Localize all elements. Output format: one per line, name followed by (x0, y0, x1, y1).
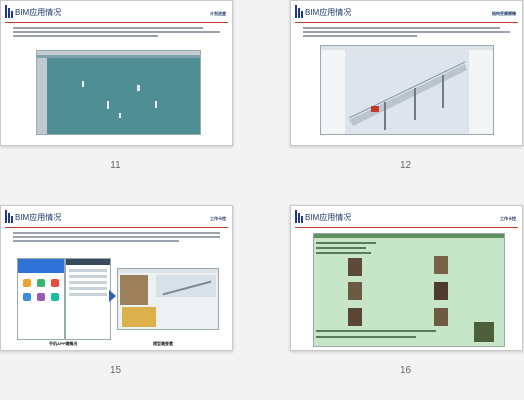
slide-title: BIM应用情况 (305, 213, 352, 222)
slide-thumbnail-15[interactable]: BIM应用情况 工作卡控 手机APP端情况 模型端查看 15 (0, 205, 233, 381)
bim-logo-icon (295, 5, 304, 18)
slide-number-label: 15 (109, 365, 122, 376)
slide-tag: 计划进度 (210, 11, 226, 16)
slide-title: BIM应用情况 (15, 213, 62, 222)
bridge-model-screenshot (320, 45, 494, 135)
phone-app-screenshot-2 (65, 258, 111, 340)
site-photo (348, 308, 362, 326)
slide-title: BIM应用情况 (305, 8, 352, 17)
bim-logo-icon (5, 210, 14, 223)
inspection-table-screenshot (313, 233, 505, 347)
caption-model-view: 模型端查看 (153, 341, 173, 346)
phone-app-screenshot-1 (17, 258, 65, 340)
slide-number-label: 16 (399, 365, 412, 376)
title-divider (295, 227, 518, 228)
body-text-lines (13, 232, 220, 250)
site-photo (434, 256, 448, 274)
slide-canvas: BIM应用情况 结构受摩擦情 (290, 0, 523, 146)
title-divider (295, 22, 518, 23)
site-photo (348, 282, 362, 300)
bridge-render-icon (345, 50, 469, 134)
bim-logo-icon (295, 210, 304, 223)
slide-tag: 结构受摩擦情 (492, 11, 516, 16)
slide-thumbnail-11[interactable]: BIM应用情况 计划进度 11 (0, 0, 233, 176)
slide-title: BIM应用情况 (15, 8, 62, 17)
model-viewer-screenshot (117, 268, 219, 330)
body-text-lines (13, 27, 220, 45)
arrow-icon (109, 290, 116, 302)
title-divider (5, 227, 228, 228)
site-photo (348, 258, 362, 276)
site-photo (474, 322, 494, 342)
slide-tag: 工作卡控 (500, 216, 516, 221)
body-text-lines (303, 27, 510, 45)
slide-canvas: BIM应用情况 工作卡控 (0, 205, 233, 351)
caption-phone-app: 手机APP端情况 (49, 341, 78, 346)
slide-thumbnail-16[interactable]: BIM应用情况 工作卡控 16 (290, 205, 523, 381)
slide-tag: 工作卡控 (210, 216, 226, 221)
site-photo (434, 308, 448, 326)
slide-number-label: 11 (110, 160, 121, 171)
slide-canvas: BIM应用情况 计划进度 (0, 0, 233, 146)
bim-logo-icon (5, 5, 14, 18)
slide-thumbnail-12[interactable]: BIM应用情况 结构受摩擦情 12 (290, 0, 523, 176)
title-divider (5, 22, 228, 23)
slide-canvas: BIM应用情况 工作卡控 (290, 205, 523, 351)
model-screenshot (36, 50, 201, 135)
slide-number-label: 12 (399, 160, 412, 171)
site-photo (434, 282, 448, 300)
